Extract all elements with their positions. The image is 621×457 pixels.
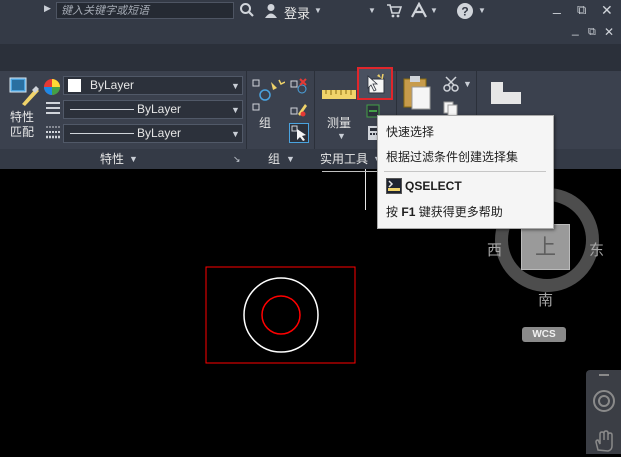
dropdown-arrow-icon[interactable]: ▼ xyxy=(368,6,376,15)
linetype-icon xyxy=(45,101,61,120)
group-label[interactable]: 组 xyxy=(259,114,271,131)
autodesk-a360-icon[interactable] xyxy=(410,1,428,24)
lineweight-combo[interactable]: ByLayer ▼ xyxy=(63,124,243,143)
match-properties-icon[interactable] xyxy=(8,76,40,111)
doc-close-button[interactable]: ✕ xyxy=(604,25,614,39)
viewcube-top-face[interactable]: 上 xyxy=(521,224,570,270)
tooltip-divider xyxy=(384,171,546,172)
color-combo[interactable]: ByLayer ▼ xyxy=(63,76,243,95)
measure-icon[interactable] xyxy=(322,87,356,105)
quick-select-icon xyxy=(365,73,387,100)
a360-dropdown-icon[interactable]: ▼ xyxy=(430,6,438,15)
tooltip-quick-select: 快速选择 根据过滤条件创建选择集 QSELECT 按 F1 键获得更多帮助 xyxy=(377,115,554,229)
tooltip-command: QSELECT xyxy=(405,179,462,193)
dropdown-arrow-icon[interactable]: ▶ xyxy=(44,3,51,14)
cut-icon[interactable] xyxy=(443,76,461,97)
chevron-down-icon[interactable]: ▼ xyxy=(129,154,138,164)
color-combo-value: ByLayer xyxy=(90,78,135,92)
divider xyxy=(246,71,247,149)
user-icon[interactable] xyxy=(264,3,278,24)
svg-text:?: ? xyxy=(461,5,468,19)
group-edit-icon[interactable] xyxy=(290,100,308,123)
ungroup-icon[interactable] xyxy=(290,77,308,100)
search-input[interactable]: 键入关键字或短语 xyxy=(56,2,234,19)
navbar-grip-icon[interactable] xyxy=(599,374,609,376)
chevron-down-icon[interactable]: ▼ xyxy=(286,154,295,164)
chevron-down-icon[interactable]: ▼ xyxy=(231,126,240,143)
linetype-combo[interactable]: ByLayer ▼ xyxy=(63,100,243,119)
chevron-down-icon[interactable]: ▼ xyxy=(231,102,240,119)
cut-dropdown-icon[interactable]: ▼ xyxy=(463,79,472,89)
paste-icon[interactable] xyxy=(402,75,432,116)
divider xyxy=(314,71,315,149)
color-wheel-icon[interactable] xyxy=(43,78,61,101)
viewcube-east[interactable]: 东 xyxy=(589,239,604,260)
panel-title-utilities[interactable]: 实用工具 xyxy=(320,149,368,169)
match-properties-label[interactable]: 特性 匹配 xyxy=(10,110,34,140)
wcs-menu-button[interactable]: WCS xyxy=(522,327,566,342)
viewcube-west[interactable]: 西 xyxy=(487,239,502,260)
window-minimize-button[interactable]: _ xyxy=(553,0,561,14)
panel-launcher-icon[interactable]: ↘ xyxy=(233,154,241,165)
tooltip-help-key: F1 xyxy=(401,205,416,219)
tooltip-help-prefix: 按 xyxy=(386,205,399,219)
linetype-preview xyxy=(70,109,134,110)
view-base-icon[interactable] xyxy=(489,80,523,111)
tooltip-help-text: 按 F1 键获得更多帮助 xyxy=(386,203,503,220)
doc-minimize-button[interactable]: _ xyxy=(572,22,579,36)
help-dropdown-icon[interactable]: ▼ xyxy=(478,6,486,15)
navigation-bar xyxy=(586,370,621,454)
lineweight-preview xyxy=(70,133,134,134)
command-icon xyxy=(386,178,402,199)
drawing-outer-circle xyxy=(243,277,319,353)
login-dropdown-icon[interactable]: ▼ xyxy=(314,6,322,15)
tooltip-title: 快速选择 xyxy=(386,125,435,139)
pan-hand-icon[interactable] xyxy=(594,430,614,457)
title-bar: ▶ 键入关键字或短语 登录 ▼ ▼ ▼ ? ▼ _ ⧉ ✕ xyxy=(0,0,621,22)
tooltip-description: 根据过滤条件创建选择集 xyxy=(386,150,519,164)
cart-icon[interactable] xyxy=(386,3,403,23)
group-selection-icon[interactable] xyxy=(289,123,309,148)
drawing-inner-circle xyxy=(261,295,301,335)
tooltip-help-suffix: 键获得更多帮助 xyxy=(418,205,503,219)
steering-wheel-icon[interactable] xyxy=(592,389,616,418)
linetype-combo-value: ByLayer xyxy=(137,102,182,116)
doc-restore-button[interactable]: ⧉ xyxy=(588,26,596,39)
measure-label[interactable]: 测量 xyxy=(327,114,351,131)
lineweight-icon xyxy=(45,125,61,144)
drawing-rectangle xyxy=(205,266,356,364)
group-icon[interactable] xyxy=(251,78,286,117)
window-close-button[interactable]: ✕ xyxy=(601,2,613,19)
quick-select-button[interactable] xyxy=(357,67,393,100)
panel-title-properties[interactable]: 特性 xyxy=(100,149,124,169)
measure-dropdown-icon[interactable]: ▼ xyxy=(337,131,346,141)
document-bar: _ ⧉ ✕ xyxy=(0,22,621,44)
lineweight-combo-value: ByLayer xyxy=(137,126,182,140)
login-link[interactable]: 登录 xyxy=(284,3,310,22)
search-icon[interactable] xyxy=(239,2,255,23)
color-swatch xyxy=(68,79,81,92)
window-restore-button[interactable]: ⧉ xyxy=(577,2,586,18)
panel-title-group[interactable]: 组 xyxy=(268,149,280,169)
ribbon-tab-bar xyxy=(0,44,621,71)
viewcube-south[interactable]: 南 xyxy=(538,289,553,310)
chevron-down-icon[interactable]: ▼ xyxy=(231,78,240,95)
